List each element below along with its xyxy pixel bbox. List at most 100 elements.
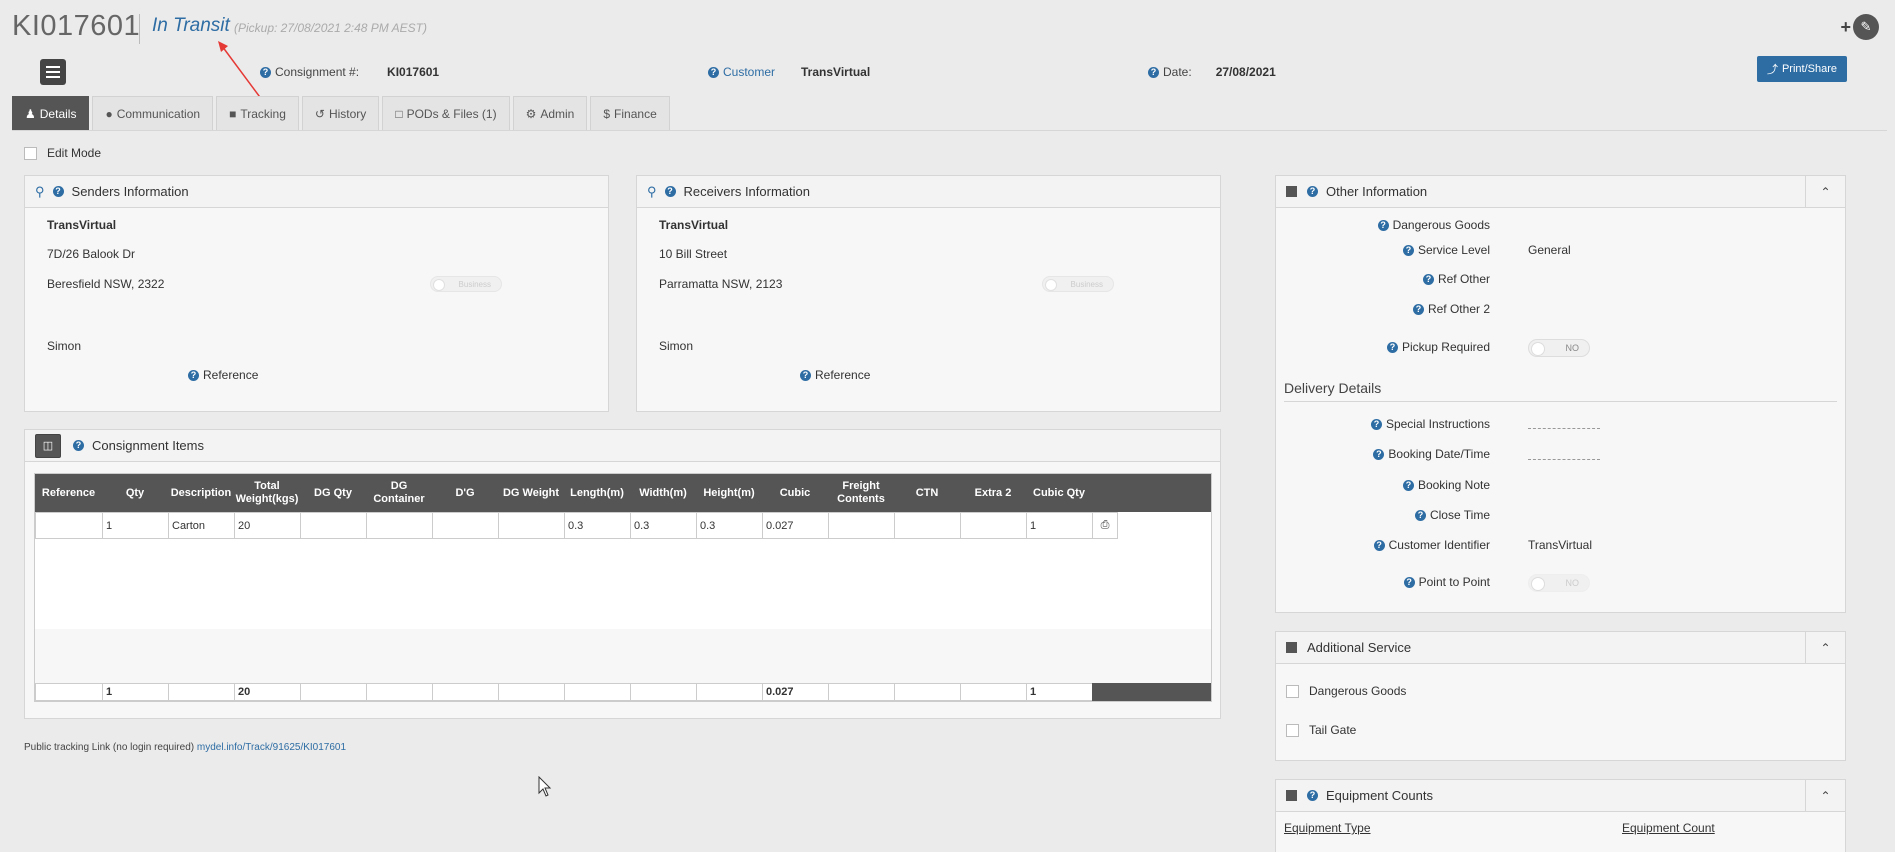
public-link-url[interactable]: mydel.info/Track/91625/KI017601 [197, 742, 346, 753]
table-cell[interactable] [35, 512, 103, 539]
sender-reference-label: Reference [203, 368, 259, 382]
collapse-button[interactable]: ⌃ [1805, 632, 1845, 664]
tab-details[interactable]: ♟ Details [12, 96, 90, 131]
column-header[interactable]: DG Qty [300, 474, 366, 512]
help-icon[interactable]: ? [1373, 448, 1385, 460]
table-cell[interactable] [894, 512, 961, 539]
table-header: Reference Qty Description Total Weight(kgs)… [35, 474, 1211, 512]
column-header[interactable]: Cubic [762, 474, 828, 512]
table-cell[interactable]: 1 [1026, 512, 1093, 539]
tab-admin[interactable]: ⚙ Admin [512, 96, 588, 131]
tag-icon[interactable]: ✎ [1853, 14, 1879, 40]
tab-pods-files[interactable]: □ PODs & Files (1) [382, 96, 510, 131]
column-header[interactable]: Height(m) [696, 474, 762, 512]
special-instructions-field[interactable] [1528, 428, 1600, 429]
column-header[interactable]: Freight Contents [828, 474, 894, 512]
tab-finance[interactable]: $ Finance [590, 96, 670, 131]
help-icon[interactable]: ? [260, 66, 271, 78]
comment-icon: ● [105, 106, 113, 121]
help-icon[interactable]: ? [1402, 244, 1414, 256]
column-header[interactable]: Cubic Qty [1026, 474, 1092, 512]
menu-bar-icon [46, 66, 60, 68]
columns-toggle-icon[interactable]: ◫ [35, 433, 61, 458]
help-icon[interactable]: ? [73, 440, 84, 451]
dangerous-goods-checkbox[interactable] [1286, 684, 1299, 698]
print-share-button[interactable]: ⤴ Print/Share [1756, 56, 1847, 82]
column-header[interactable]: CTN [894, 474, 960, 512]
table-cell[interactable]: 1 [102, 512, 169, 539]
table-cell[interactable]: 0.3 [696, 512, 763, 539]
receiver-address2: Parramatta NSW, 2123 [659, 277, 783, 291]
sender-business-toggle[interactable]: Business [430, 276, 502, 292]
edit-mode-checkbox[interactable] [24, 146, 37, 160]
point-to-point-toggle[interactable]: NO [1528, 574, 1590, 592]
help-icon[interactable]: ? [1422, 273, 1434, 285]
table-cell[interactable] [498, 512, 565, 539]
other-info-title: Other Information [1326, 184, 1428, 199]
booking-datetime-field[interactable] [1528, 459, 1600, 460]
table-cell[interactable] [366, 512, 433, 539]
tab-tracking[interactable]: ■ Tracking [216, 96, 299, 131]
help-icon[interactable]: ? [1307, 790, 1318, 801]
print-row-icon[interactable]: ⎙ [1092, 512, 1118, 539]
equipment-count-header[interactable]: Equipment Count [1622, 821, 1715, 835]
pickup-required-toggle[interactable]: NO [1528, 339, 1590, 357]
table-cell[interactable]: 0.3 [564, 512, 631, 539]
help-icon[interactable]: ? [1386, 341, 1398, 353]
booking-datetime-label: ? Booking Date/Time [1373, 447, 1490, 461]
tab-history[interactable]: ↺ History [301, 96, 380, 131]
table-cell[interactable]: Carton [168, 512, 235, 539]
help-icon[interactable]: ? [188, 369, 199, 381]
plus-icon[interactable]: + [1840, 17, 1851, 38]
column-header[interactable]: Width(m) [630, 474, 696, 512]
menu-button[interactable] [40, 59, 66, 85]
sender-address2: Beresfield NSW, 2322 [47, 277, 165, 291]
other-info-panel: ? Other Information ⌃ ? Dangerous Goods ?… [1275, 175, 1846, 613]
column-header[interactable]: Total Weight(kgs) [234, 474, 300, 512]
column-header[interactable]: DG Weight [498, 474, 564, 512]
help-icon[interactable]: ? [664, 186, 676, 197]
table-cell[interactable] [828, 512, 895, 539]
tab-communication[interactable]: ● Communication [92, 96, 214, 131]
help-icon[interactable]: ? [1307, 186, 1318, 197]
help-icon[interactable]: ? [1414, 509, 1426, 521]
help-icon[interactable]: ? [1148, 66, 1159, 78]
square-icon [1286, 642, 1297, 653]
table-cell[interactable]: 0.027 [762, 512, 829, 539]
help-icon[interactable]: ? [52, 186, 64, 197]
table-cell[interactable]: 20 [234, 512, 301, 539]
column-header[interactable]: D'G [432, 474, 498, 512]
collapse-button[interactable]: ⌃ [1805, 176, 1845, 208]
table-cell[interactable] [300, 512, 367, 539]
pickup-required-label: ? Pickup Required [1386, 340, 1490, 354]
consignment-id: KI017601 [12, 10, 141, 42]
column-header[interactable]: Extra 2 [960, 474, 1026, 512]
table-cell[interactable] [432, 512, 499, 539]
column-header[interactable]: Description [168, 474, 234, 512]
help-icon[interactable]: ? [1403, 576, 1415, 588]
help-icon[interactable]: ? [708, 66, 719, 78]
table-cell[interactable] [960, 512, 1027, 539]
table-row: 1 Carton 20 0.3 0.3 0.3 0.027 1 ⎙ [35, 512, 1211, 539]
table-cell[interactable]: 0.3 [630, 512, 697, 539]
help-icon[interactable]: ? [1402, 479, 1414, 491]
equipment-type-header[interactable]: Equipment Type [1284, 821, 1371, 835]
help-icon[interactable]: ? [1377, 219, 1389, 231]
help-icon[interactable]: ? [1412, 303, 1424, 315]
help-icon[interactable]: ? [800, 369, 811, 381]
help-icon[interactable]: ? [1373, 539, 1385, 551]
help-icon[interactable]: ? [1370, 418, 1382, 430]
table-empty-area [35, 629, 1211, 683]
customer-link[interactable]: Customer [723, 65, 775, 79]
receivers-panel-header: ⚲ ? Receivers Information [637, 176, 1220, 208]
receiver-business-toggle[interactable]: Business [1042, 276, 1114, 292]
column-header[interactable]: Length(m) [564, 474, 630, 512]
tab-label: History [328, 106, 367, 121]
column-header[interactable]: Qty [102, 474, 168, 512]
tail-gate-checkbox[interactable] [1286, 723, 1299, 737]
sender-address1: 7D/26 Balook Dr [47, 247, 136, 261]
column-header[interactable]: DG Container [366, 474, 432, 512]
collapse-button[interactable]: ⌃ [1805, 780, 1845, 812]
column-header[interactable]: Reference [35, 474, 102, 512]
dangerous-goods-option: Dangerous Goods [1286, 684, 1406, 698]
